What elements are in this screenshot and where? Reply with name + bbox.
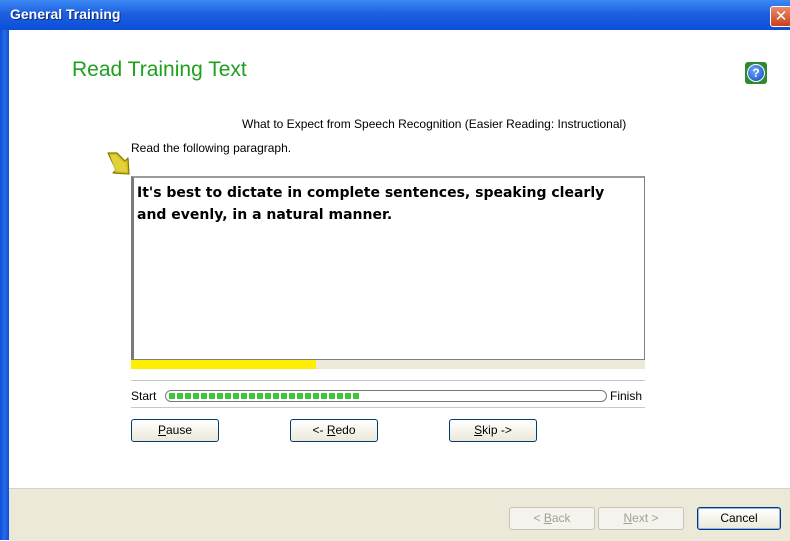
- divider: [131, 380, 645, 381]
- close-icon[interactable]: ✕: [770, 6, 790, 27]
- back-prefix: <: [533, 511, 544, 525]
- pause-button[interactable]: Pause: [131, 419, 219, 442]
- divider: [131, 407, 645, 408]
- overall-progress-fill: [169, 393, 360, 399]
- pause-mnemonic: P: [157, 423, 166, 437]
- redo-button[interactable]: <- Redo: [290, 419, 378, 442]
- training-text-box: It's best to dictate in complete sentenc…: [131, 176, 645, 360]
- pause-label: ause: [165, 423, 193, 437]
- cancel-button[interactable]: Cancel: [697, 507, 781, 530]
- back-label: ack: [551, 511, 571, 525]
- page-title: Read Training Text: [72, 58, 247, 81]
- start-label: Start: [131, 389, 157, 403]
- next-mnemonic: N: [623, 511, 633, 525]
- instruction-text: Read the following paragraph.: [131, 141, 292, 155]
- training-paragraph: It's best to dictate in complete sentenc…: [137, 185, 605, 223]
- finish-label: Finish: [610, 389, 643, 403]
- help-button[interactable]: ?: [745, 62, 767, 84]
- redo-prefix: <-: [312, 423, 327, 437]
- window-title: General Training: [10, 6, 121, 22]
- skip-button[interactable]: Skip ->: [449, 419, 537, 442]
- overall-progress-bar: [165, 390, 607, 402]
- training-subtitle: What to Expect from Speech Recognition (…: [242, 117, 627, 131]
- redo-label: edo: [335, 423, 356, 437]
- reading-progress-bar: [131, 360, 645, 369]
- skip-mnemonic: S: [474, 423, 483, 437]
- back-mnemonic: B: [543, 511, 552, 525]
- next-label: ext >: [632, 511, 659, 525]
- window-frame-left: [0, 30, 9, 540]
- back-button[interactable]: < Back: [509, 507, 595, 530]
- next-button[interactable]: Next >: [598, 507, 684, 530]
- title-bar: General Training ✕: [0, 0, 790, 30]
- reading-progress-fill: [131, 360, 317, 369]
- help-icon: ?: [747, 64, 765, 82]
- skip-label: kip ->: [482, 423, 512, 437]
